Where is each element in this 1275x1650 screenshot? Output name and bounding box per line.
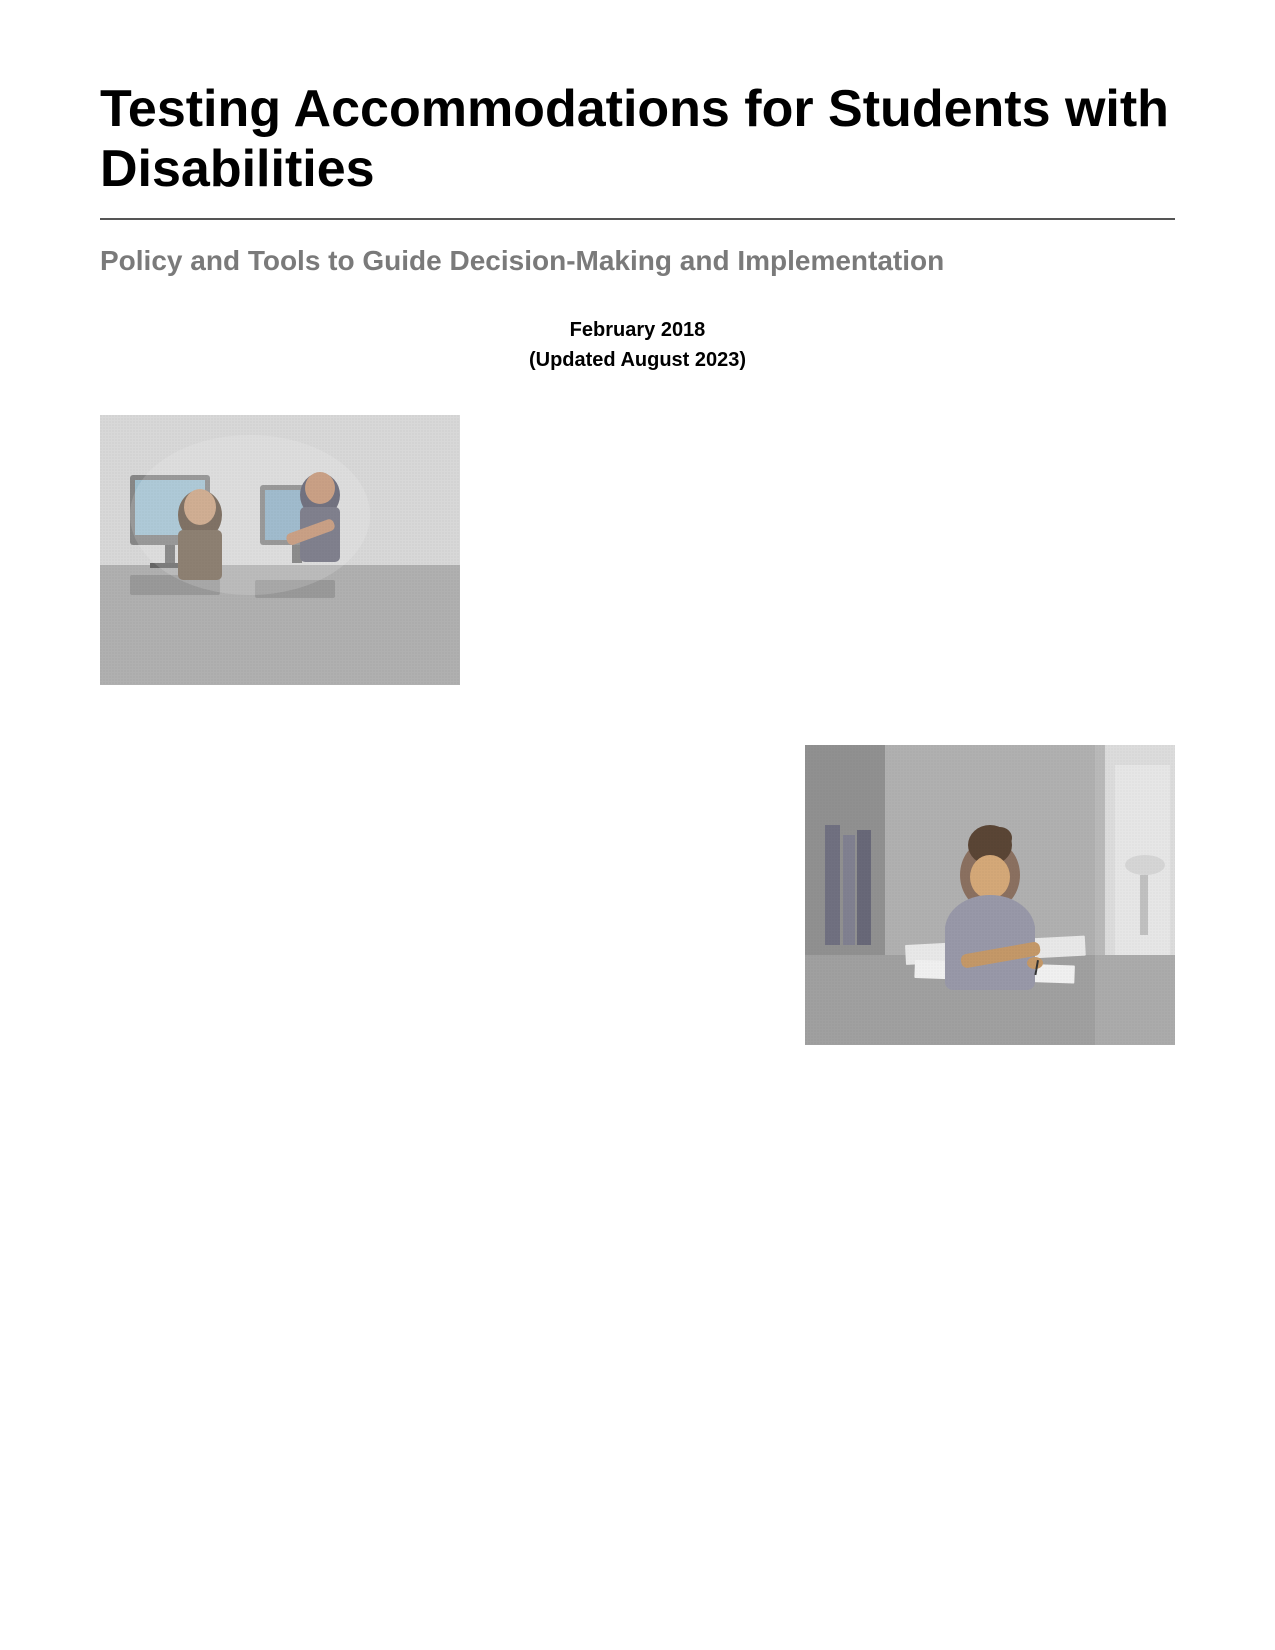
- classroom-photo: [100, 415, 460, 685]
- image-right-container: [100, 745, 1175, 1045]
- image-left-container: [100, 415, 1175, 685]
- student-writing-photo: [805, 745, 1175, 1045]
- images-container: [100, 415, 1175, 1045]
- subtitle: Policy and Tools to Guide Decision-Makin…: [100, 242, 1175, 280]
- title-divider: [100, 218, 1175, 220]
- main-title: Testing Accommodations for Students with…: [100, 80, 1175, 200]
- date-line2: (Updated August 2023): [100, 345, 1175, 375]
- date-block: February 2018 (Updated August 2023): [100, 315, 1175, 375]
- date-line1: February 2018: [100, 315, 1175, 345]
